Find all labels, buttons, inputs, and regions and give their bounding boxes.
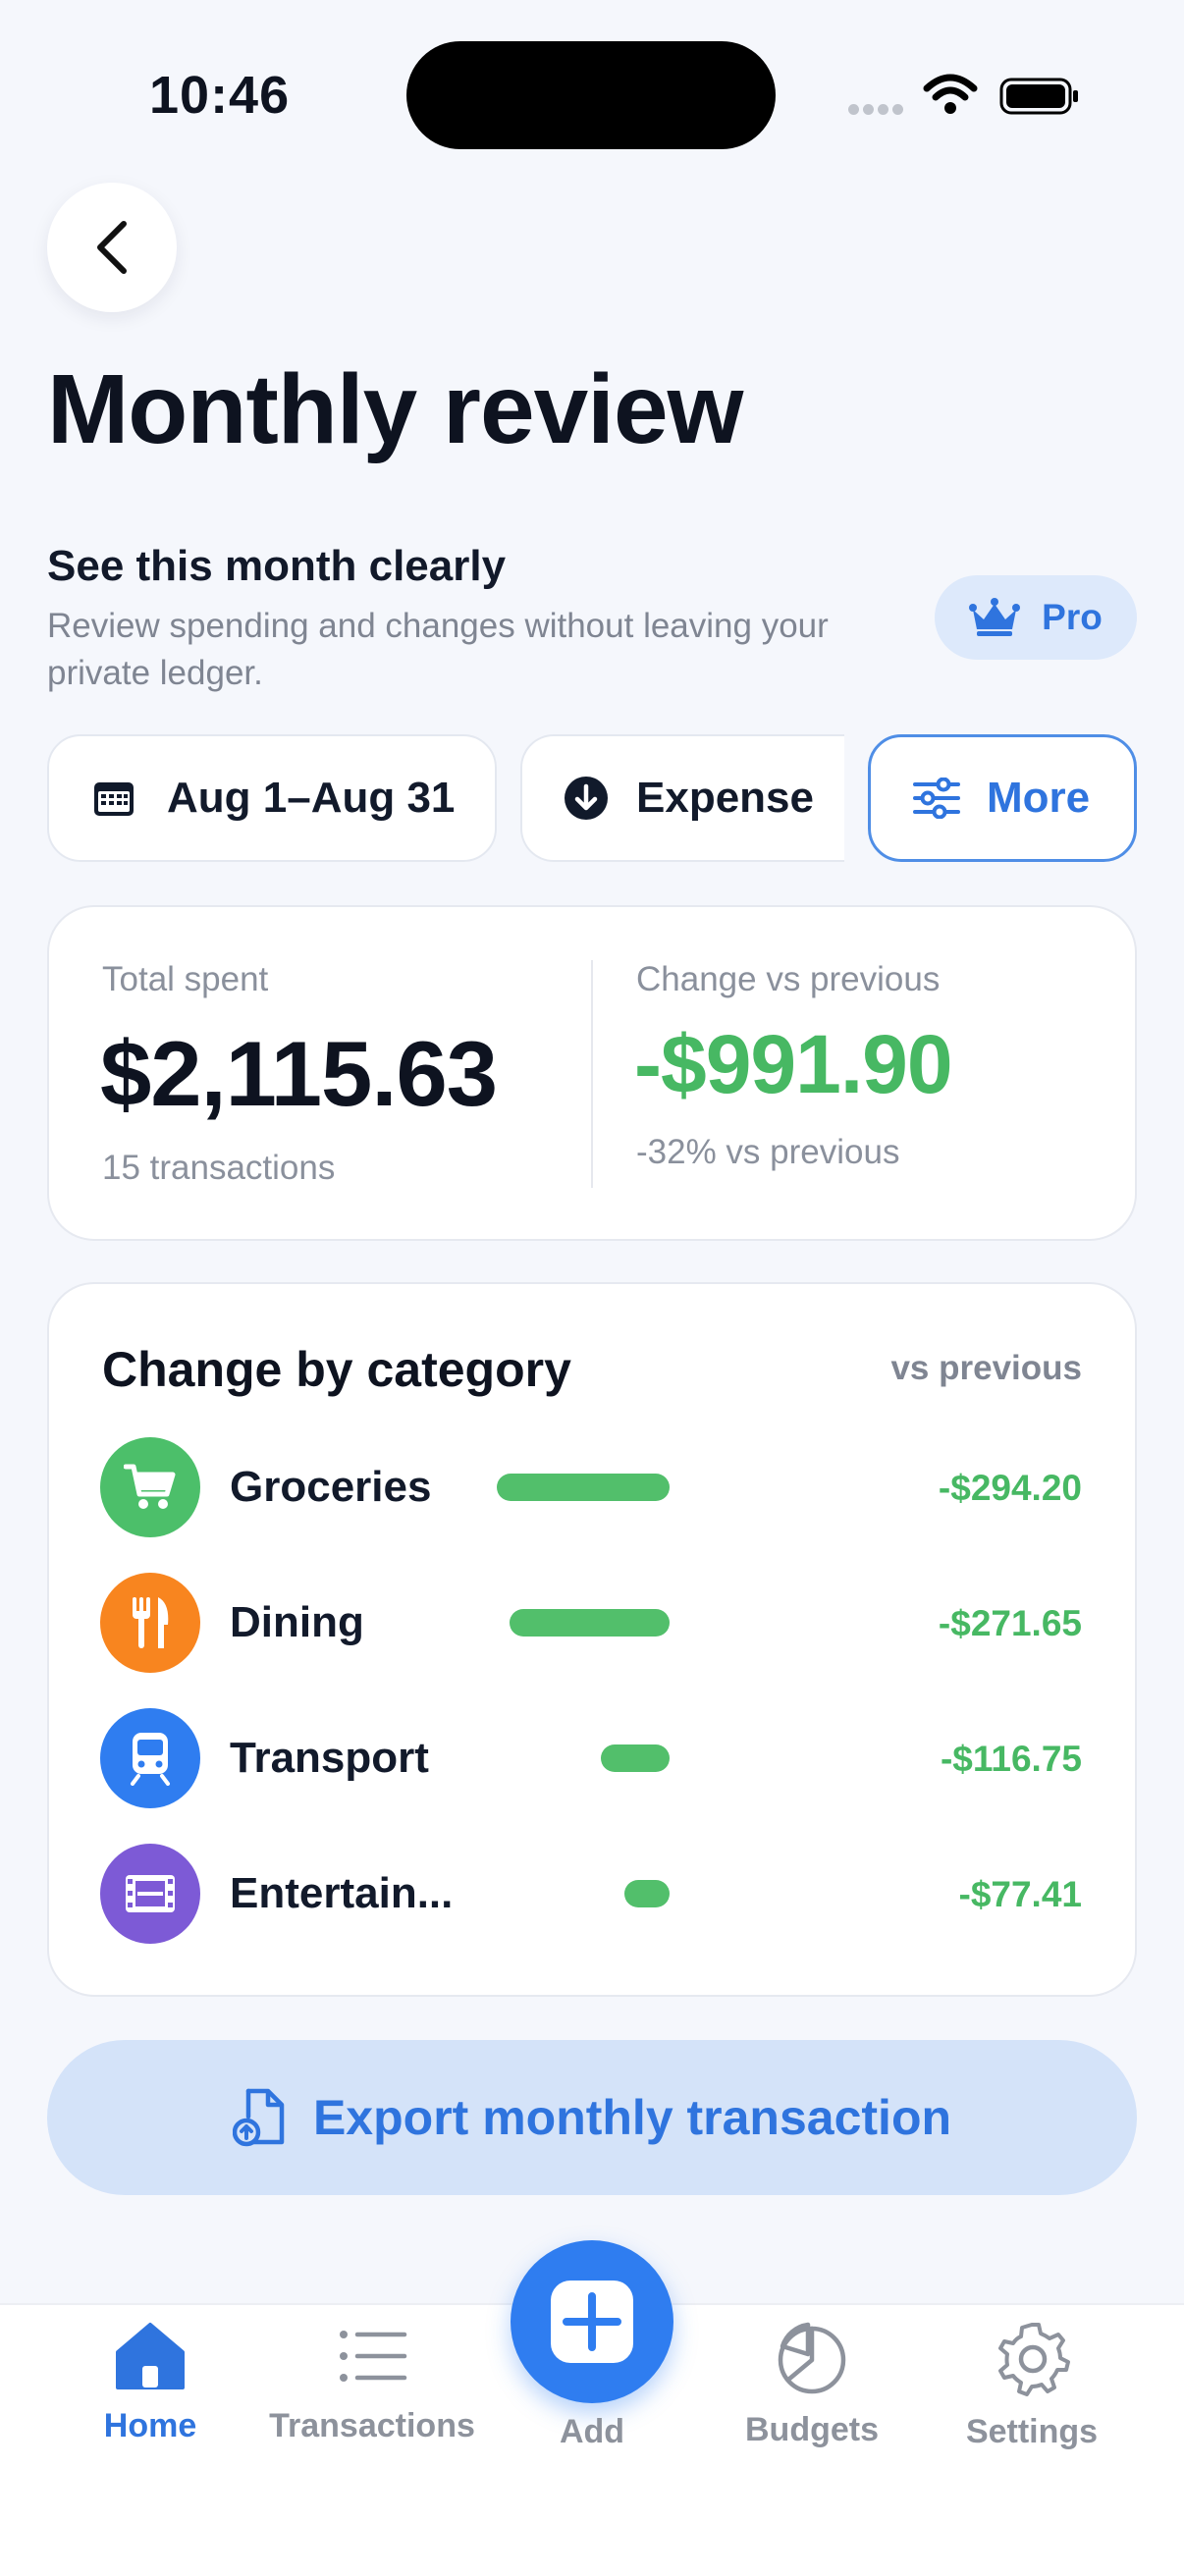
- dynamic-island: [406, 41, 776, 149]
- home-icon: [116, 2323, 185, 2389]
- film-icon: [126, 1875, 175, 1912]
- page-description: Review spending and changes without leav…: [47, 607, 829, 692]
- entertainment-icon-badge: [100, 1844, 200, 1944]
- tab-add-label: Add: [559, 2413, 625, 2450]
- cellular-signal-icon: [848, 102, 907, 115]
- pie-chart-icon: [778, 2322, 846, 2394]
- category-vs-label: vs previous: [890, 1349, 1082, 1387]
- arrow-down-circle-icon: [565, 777, 608, 820]
- date-range-label: Aug 1–Aug 31: [167, 774, 456, 822]
- pro-badge-button[interactable]: Pro: [935, 575, 1137, 660]
- tab-home-label: Home: [103, 2407, 197, 2444]
- tab-settings[interactable]: Settings: [919, 2321, 1145, 2488]
- tab-transactions-label: Transactions: [269, 2407, 475, 2444]
- add-button[interactable]: [511, 2240, 673, 2403]
- change-bar-dining: [510, 1609, 670, 1637]
- transport-icon-badge: [100, 1708, 200, 1808]
- category-card-title: Change by category: [102, 1342, 571, 1397]
- chevron-left-icon: [97, 221, 127, 274]
- cart-icon: [124, 1464, 176, 1509]
- gear-icon: [998, 2323, 1070, 2396]
- category-value-transport: -$116.75: [940, 1739, 1082, 1779]
- battery-icon: [999, 78, 1078, 115]
- more-label: More: [987, 774, 1091, 822]
- type-filter[interactable]: Expense: [520, 734, 844, 862]
- type-label: Expense: [636, 774, 814, 822]
- change-bar-transport: [601, 1744, 670, 1772]
- tab-budgets-label: Budgets: [745, 2411, 879, 2448]
- tab-budgets[interactable]: Budgets: [699, 2321, 925, 2488]
- total-spent-label: Total spent: [102, 960, 269, 998]
- total-spent-value: $2,115.63: [100, 1022, 498, 1125]
- date-range-filter[interactable]: Aug 1–Aug 31: [47, 734, 497, 862]
- summary-divider: [591, 960, 593, 1188]
- change-bar-entertainment: [624, 1880, 670, 1907]
- export-label: Export monthly transaction: [312, 2090, 952, 2145]
- groceries-icon-badge: [100, 1437, 200, 1537]
- back-button[interactable]: [47, 183, 177, 312]
- change-value: -$991.90: [634, 1018, 953, 1110]
- train-icon: [131, 1733, 170, 1786]
- export-monthly-button[interactable]: Export monthly transaction: [47, 2040, 1137, 2195]
- change-bar-groceries: [497, 1474, 670, 1501]
- utensils-icon: [133, 1597, 169, 1648]
- export-file-icon: [232, 2088, 285, 2147]
- wifi-icon: [923, 74, 978, 114]
- category-value-groceries: -$294.20: [938, 1468, 1082, 1508]
- category-value-dining: -$271.65: [938, 1603, 1082, 1643]
- tab-settings-label: Settings: [965, 2413, 1099, 2450]
- category-name-transport: Transport: [230, 1734, 429, 1782]
- category-name-groceries: Groceries: [230, 1463, 432, 1511]
- page-subtitle: See this month clearly: [47, 542, 507, 590]
- status-time: 10:46: [149, 66, 291, 125]
- category-name-dining: Dining: [230, 1598, 364, 1646]
- list-icon: [340, 2331, 407, 2382]
- tab-home[interactable]: Home: [37, 2321, 263, 2488]
- page-title: Monthly review: [47, 354, 743, 464]
- sliders-icon: [913, 778, 960, 819]
- change-label: Change vs previous: [636, 960, 941, 998]
- tab-transactions[interactable]: Transactions: [259, 2321, 485, 2488]
- dining-icon-badge: [100, 1573, 200, 1673]
- category-name-entertainment: Entertain...: [230, 1869, 454, 1917]
- category-value-entertainment: -$77.41: [958, 1874, 1083, 1914]
- plus-icon: [551, 2281, 633, 2363]
- change-percent: -32% vs previous: [636, 1133, 900, 1171]
- more-filters-button[interactable]: More: [868, 734, 1137, 862]
- pro-label: Pro: [1042, 597, 1103, 637]
- transaction-count: 15 transactions: [102, 1149, 336, 1187]
- crown-icon: [969, 598, 1021, 636]
- calendar-icon: [94, 782, 134, 816]
